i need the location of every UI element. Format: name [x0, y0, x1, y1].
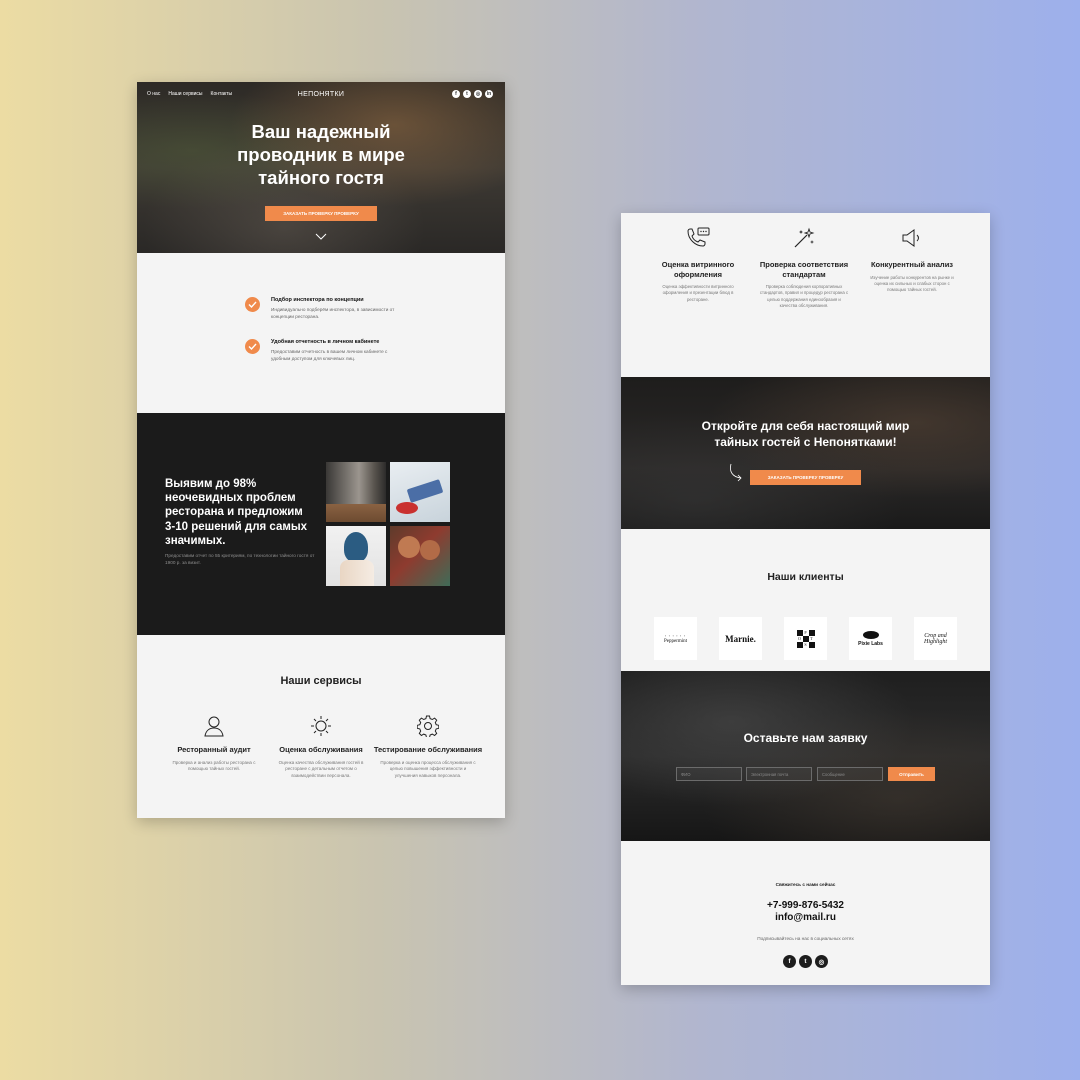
facebook-icon[interactable]: f — [783, 955, 796, 968]
client-logo-pixie-labs: Pixie Labs — [849, 617, 892, 660]
twitter-icon[interactable]: t — [799, 955, 812, 968]
service-card: Конкурентный анализ Изучение работы конк… — [862, 227, 962, 293]
services-title: Наши сервисы — [280, 675, 362, 687]
submit-button[interactable]: Отправить — [888, 767, 935, 781]
landing-page-right: Оценка витринного оформления Оценка эффе… — [621, 213, 990, 985]
social-links: f t ◎ in — [452, 90, 493, 98]
service-title: Проверка соответствия стандартам — [759, 260, 849, 279]
stats-title-line: ресторана и предложим — [165, 506, 303, 519]
name-field[interactable]: ФИО — [676, 767, 742, 781]
instagram-icon[interactable]: ◎ — [474, 90, 482, 98]
service-text: Проверка и оценка процесса обслуживания … — [380, 759, 476, 778]
hero-title: Ваш надежный проводник в мире тайного го… — [137, 120, 505, 189]
cta-title-line: Откройте для себя настоящий мир — [701, 419, 910, 433]
client-logo-grid: P OT S — [784, 617, 827, 660]
services-section: Наши сервисы Ресторанный аудит Проверка … — [137, 635, 505, 818]
service-card: Оценка витринного оформления Оценка эффе… — [648, 227, 748, 303]
service-text: Оценка качества обслуживания гостей в ре… — [278, 759, 364, 778]
landing-page-left: О нас Наши сервисы Контакты НЕПОНЯТКИ f … — [137, 82, 505, 818]
footer-section: Свяжитесь с нами сейчас +7-999-876-5432 … — [621, 841, 990, 985]
extra-services-section: Оценка витринного оформления Оценка эффе… — [621, 213, 990, 377]
footer-social-links: f t ◎ — [783, 955, 828, 968]
photo-friends — [390, 526, 450, 586]
service-card: Тестирование обслуживания Проверка и оце… — [373, 715, 483, 779]
client-logo-marnie: Marnie. — [719, 617, 762, 660]
service-title: Оценка обслуживания — [279, 745, 363, 754]
service-card: Ресторанный аудит Проверка и анализ рабо… — [159, 715, 269, 773]
stats-section: Выявим до 98% неочевидных проблем рестор… — [137, 413, 505, 635]
hero-title-line: тайного гостя — [258, 167, 384, 188]
service-text: Проверка и анализ работы ресторана с пом… — [172, 759, 256, 772]
feature-title: Подбор инспектора по концепции — [271, 297, 364, 303]
logo-text: Pixie Labs — [858, 640, 883, 647]
features-section: Подбор инспектора по концепции Индивидуа… — [137, 253, 505, 413]
message-field[interactable]: Сообщение — [817, 767, 883, 781]
logo-grid: P OT S — [796, 629, 815, 648]
service-title: Оценка витринного оформления — [661, 260, 735, 279]
hero-section: О нас Наши сервисы Контакты НЕПОНЯТКИ f … — [137, 82, 505, 253]
request-form-section: Оставьте нам заявку ФИО Электронная почт… — [621, 671, 990, 841]
linkedin-icon[interactable]: in — [485, 90, 493, 98]
facebook-icon[interactable]: f — [452, 90, 460, 98]
instagram-icon[interactable]: ◎ — [815, 955, 828, 968]
logo-text: Peppermint — [663, 638, 688, 644]
user-icon — [204, 716, 224, 737]
feature-title: Удобная отчетность в личном кабинете — [271, 339, 380, 345]
service-text: Оценка эффективности витринного оформлен… — [662, 284, 734, 302]
logo-dots: • • • • • • — [664, 633, 687, 638]
clients-title: Наши клиенты — [767, 571, 844, 583]
cta-title-line: тайных гостей с Непонятками! — [714, 434, 897, 449]
megaphone-icon — [902, 229, 919, 247]
cta-title: Откройте для себя настоящий мир тайных г… — [621, 419, 990, 450]
chevron-down-icon[interactable] — [315, 233, 327, 241]
contact-title: Свяжитесь с нами сейчас — [775, 882, 836, 887]
phone-link[interactable]: +7-999-876-5432 — [621, 900, 990, 911]
service-title: Ресторанный аудит — [177, 745, 251, 754]
service-card: Проверка соответствия стандартам Проверк… — [754, 227, 854, 309]
stats-title-line: Выявим до 98% — [165, 478, 257, 490]
curved-arrow-icon — [730, 463, 742, 482]
feature-text: Индивидуально подберём инспектора, в зав… — [271, 307, 395, 319]
cta-section: Откройте для себя настоящий мир тайных г… — [621, 377, 990, 529]
client-logo-crop-highlight: Crop and Highlight — [914, 617, 957, 660]
sun-icon — [311, 716, 331, 736]
stats-title-line: 3-10 решений для самых — [165, 520, 308, 533]
email-link[interactable]: info@mail.ru — [621, 912, 990, 923]
logo-text: Marnie. — [725, 633, 756, 644]
twitter-icon[interactable]: t — [463, 90, 471, 98]
client-logo-peppermint: • • • • • • Peppermint — [654, 617, 697, 660]
photo-laptop-payment — [390, 462, 450, 522]
email-field[interactable]: Электронная почта — [746, 767, 812, 781]
logo-text: Highlight — [923, 638, 947, 645]
hero-title-line: проводник в мире — [237, 144, 405, 165]
logo-disk — [862, 630, 879, 639]
order-check-button[interactable]: ЗАКАЗАТЬ ПРОВЕРКУ ПРОВЕРКУ — [750, 470, 861, 485]
magic-wand-icon — [794, 227, 815, 248]
clients-section: Наши клиенты • • • • • • Peppermint Marn… — [621, 529, 990, 671]
service-text: Изучение работы конкурентов на рынке и о… — [870, 274, 954, 293]
feature-text: Предоставим отчетность в вашем личном ка… — [271, 349, 388, 361]
stats-title-line: значимых. — [165, 534, 226, 547]
stats-title: Выявим до 98% неочевидных проблем рестор… — [165, 477, 325, 548]
service-text: Проверка соблюдения корпоративных станда… — [759, 284, 849, 308]
gear-icon — [417, 715, 439, 737]
check-icon — [245, 297, 260, 312]
phone-chat-icon — [687, 227, 710, 247]
order-check-button[interactable]: ЗАКАЗАТЬ ПРОВЕРКУ ПРОВЕРКУ — [265, 206, 377, 221]
service-title: Конкурентный анализ — [870, 260, 954, 269]
photo-restaurant-interior — [326, 462, 386, 522]
form-title: Оставьте нам заявку — [743, 731, 868, 745]
hero-title-line: Ваш надежный — [251, 121, 391, 142]
stats-title-line: неочевидных проблем — [165, 492, 296, 505]
photo-woman-portrait — [326, 526, 386, 586]
service-card: Оценка обслуживания Оценка качества обсл… — [266, 715, 376, 779]
subscribe-text: Подписывайтесь на нас в социальных сетях — [757, 936, 854, 941]
brand-logo[interactable]: НЕПОНЯТКИ — [137, 91, 505, 98]
stats-text: Предоставим отчет по 55 критериям, по те… — [165, 553, 315, 565]
check-icon — [245, 339, 260, 354]
service-title: Тестирование обслуживания — [373, 745, 483, 754]
